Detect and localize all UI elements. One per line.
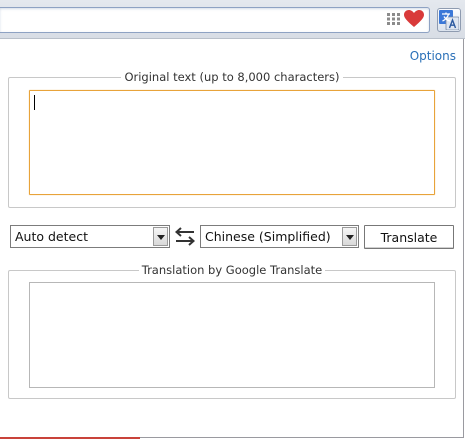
translate-button[interactable]: Translate: [364, 225, 454, 249]
target-language-select[interactable]: Chinese (Simplified): [200, 225, 359, 248]
source-language-value: Auto detect: [15, 229, 88, 244]
options-link[interactable]: Options: [410, 49, 456, 63]
heart-icon[interactable]: [404, 10, 424, 28]
source-text-input[interactable]: [29, 90, 435, 195]
original-text-legend: Original text (up to 8,000 characters): [124, 70, 340, 84]
translate-extension-button[interactable]: [437, 8, 461, 32]
translation-result-output[interactable]: [29, 282, 435, 388]
chevron-down-icon[interactable]: [153, 227, 168, 246]
translate-popup: Options Original text (up to 8,000 chara…: [0, 39, 464, 438]
apps-icon[interactable]: [387, 13, 400, 25]
source-language-select[interactable]: Auto detect: [10, 225, 170, 248]
text-caret: [34, 95, 35, 110]
browser-toolbar: [0, 0, 465, 39]
translation-result-legend: Translation by Google Translate: [141, 263, 323, 277]
chevron-down-icon[interactable]: [342, 227, 357, 246]
translate-extension-icon: [439, 10, 459, 30]
target-language-value: Chinese (Simplified): [205, 229, 331, 244]
address-bar[interactable]: [0, 7, 430, 33]
swap-languages-icon[interactable]: [173, 225, 197, 248]
